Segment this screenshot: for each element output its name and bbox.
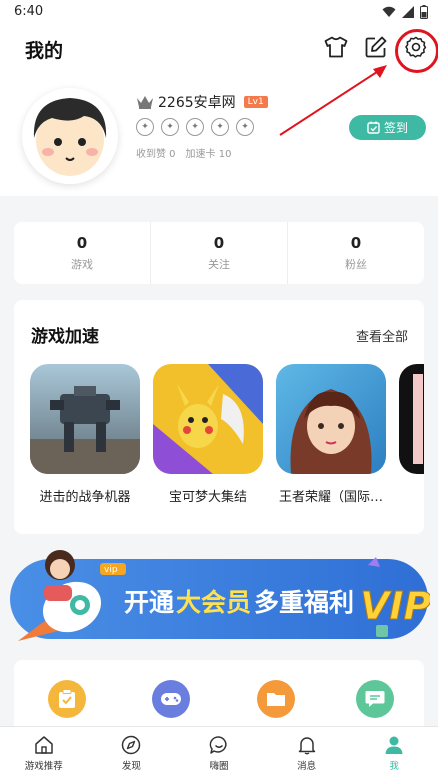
tool-games-button[interactable] xyxy=(152,680,190,718)
gamepad-icon xyxy=(161,693,181,705)
vip-text-highlight: 大会员 xyxy=(176,588,251,617)
game-icon-war-robots xyxy=(30,364,140,474)
calendar-check-icon xyxy=(367,121,380,134)
edit-icon xyxy=(365,36,387,58)
tab-label: 游戏推荐 xyxy=(24,761,63,772)
game-item[interactable]: 宝可梦大集结 xyxy=(153,364,263,505)
profile-header: 我的 2265安卓网 Lv1 ✦ ✦ ✦ ✦ ✦ 收到赞 0 加速卡 10 签到 xyxy=(0,26,438,196)
game-item[interactable] xyxy=(399,364,424,486)
signin-button[interactable]: 签到 xyxy=(349,115,426,140)
medal-icon[interactable]: ✦ xyxy=(161,118,179,136)
boost-card-count: 加速卡 10 xyxy=(185,149,232,160)
game-item[interactable]: 进击的战争机器 xyxy=(30,364,140,505)
tool-tasks-button[interactable] xyxy=(48,680,86,718)
annotation-circle xyxy=(395,29,438,73)
game-item[interactable]: 王者荣耀（国际… xyxy=(276,364,386,505)
chat-icon xyxy=(365,691,385,707)
avatar[interactable] xyxy=(22,88,118,184)
stat-label: 粉丝 xyxy=(345,258,367,271)
stat-games[interactable]: 0 游戏 xyxy=(14,222,150,284)
tab-game-recommend[interactable]: 游戏推荐 xyxy=(0,727,88,780)
bell-icon xyxy=(298,737,315,755)
folder-icon xyxy=(267,693,285,706)
game-name: 王者荣耀（国际… xyxy=(278,490,383,505)
signal-icon xyxy=(402,6,414,18)
clipboard-icon xyxy=(59,689,75,708)
vip-text-prefix: 开通 xyxy=(124,588,174,617)
tab-messages[interactable]: 消息 xyxy=(263,727,351,780)
stats-card: 0 游戏 0 关注 0 粉丝 xyxy=(14,222,424,284)
compass-icon xyxy=(122,735,141,755)
stat-value: 0 xyxy=(350,234,362,252)
bottom-tab-bar: 游戏推荐 发现 嗨圈 消息 我 xyxy=(0,726,438,780)
crown-icon xyxy=(137,96,153,109)
vip-tag: vip xyxy=(104,565,118,575)
vip-text-suffix: 多重福利 xyxy=(254,588,354,617)
tool-files-button[interactable] xyxy=(257,680,295,718)
section-title: 游戏加速 xyxy=(31,327,99,347)
stat-fans[interactable]: 0 粉丝 xyxy=(287,222,424,284)
tools-card xyxy=(14,660,424,730)
tab-label: 消息 xyxy=(297,761,317,772)
stat-value: 0 xyxy=(76,234,88,252)
tab-label: 我 xyxy=(389,761,399,772)
wifi-icon xyxy=(382,6,396,17)
game-boost-section: 游戏加速 查看全部 进击的战争机器 宝可梦大集结 王者荣耀（国际… xyxy=(14,300,424,534)
tab-label: 嗨圈 xyxy=(209,761,229,772)
game-icon-partial xyxy=(399,364,424,474)
likes-count: 收到赞 0 xyxy=(136,149,176,160)
tab-community[interactable]: 嗨圈 xyxy=(175,727,263,780)
game-name: 宝可梦大集结 xyxy=(168,490,247,505)
game-name: 进击的战争机器 xyxy=(39,490,131,505)
signin-label: 签到 xyxy=(383,121,408,135)
tool-messages-button[interactable] xyxy=(356,680,394,718)
user-substats: 收到赞 0 加速卡 10 xyxy=(136,145,231,160)
tab-me[interactable]: 我 xyxy=(350,727,438,780)
status-time: 6:40 xyxy=(14,4,44,19)
status-bar: 6:40 xyxy=(0,0,438,26)
tshirt-icon xyxy=(324,36,348,58)
medal-icon[interactable]: ✦ xyxy=(211,118,229,136)
stat-value: 0 xyxy=(213,234,225,252)
battery-icon xyxy=(420,5,428,19)
medal-icon[interactable]: ✦ xyxy=(136,118,154,136)
tab-discover[interactable]: 发现 xyxy=(88,727,176,780)
username: 2265安卓网 xyxy=(158,95,236,111)
vip-banner[interactable]: vip 开通 大会员 多重福利 VIP xyxy=(8,545,432,645)
game-icon-honor-of-kings xyxy=(276,364,386,474)
edit-button[interactable] xyxy=(363,34,389,60)
chat-bubble-icon xyxy=(209,736,227,754)
medal-icon[interactable]: ✦ xyxy=(186,118,204,136)
stat-label: 游戏 xyxy=(71,258,93,271)
view-all-link[interactable]: 查看全部 xyxy=(356,326,408,345)
medal-list: ✦ ✦ ✦ ✦ ✦ xyxy=(136,118,254,136)
avatar-face-image xyxy=(22,88,118,184)
skin-button[interactable] xyxy=(323,34,349,60)
medal-icon[interactable]: ✦ xyxy=(236,118,254,136)
vip-logo: VIP xyxy=(360,584,430,628)
username-row: 2265安卓网 Lv1 xyxy=(136,92,268,112)
tab-label: 发现 xyxy=(121,761,141,772)
game-icon-pokemon-unite xyxy=(153,364,263,474)
stat-following[interactable]: 0 关注 xyxy=(150,222,287,284)
stat-label: 关注 xyxy=(208,258,230,271)
person-icon xyxy=(385,736,403,754)
home-icon xyxy=(35,736,53,754)
status-icons xyxy=(382,5,428,19)
level-badge: Lv1 xyxy=(243,96,268,108)
page-title: 我的 xyxy=(25,40,64,62)
